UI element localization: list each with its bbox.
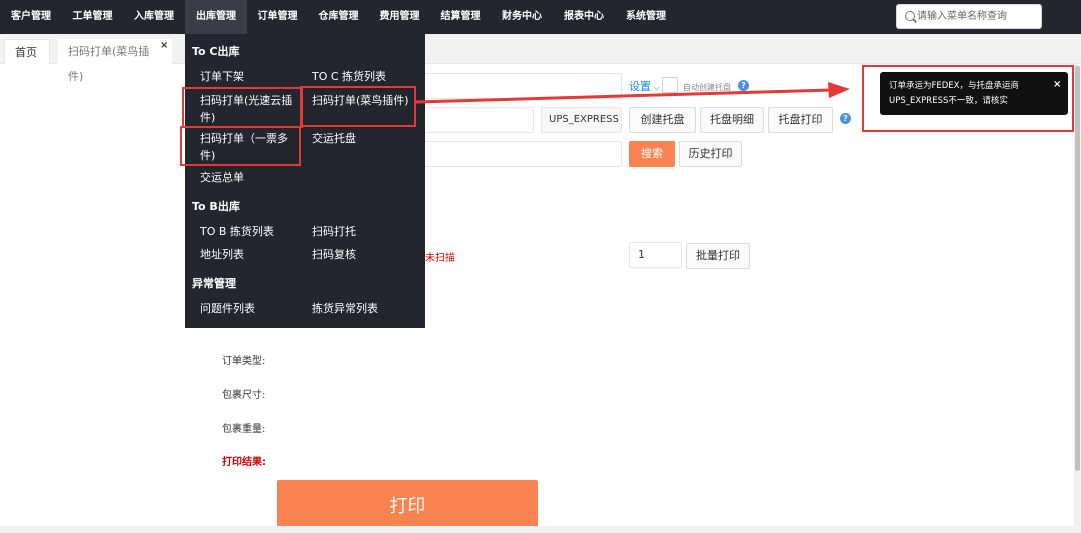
tooltip-close-icon[interactable]: × [1053,79,1061,90]
arrow-head [828,82,850,98]
error-tooltip-message: 订单承运为FEDEX，与托盘承运商UPS_EXPRESS不一致，请核实 [889,81,1019,106]
arrow-line [415,88,833,104]
